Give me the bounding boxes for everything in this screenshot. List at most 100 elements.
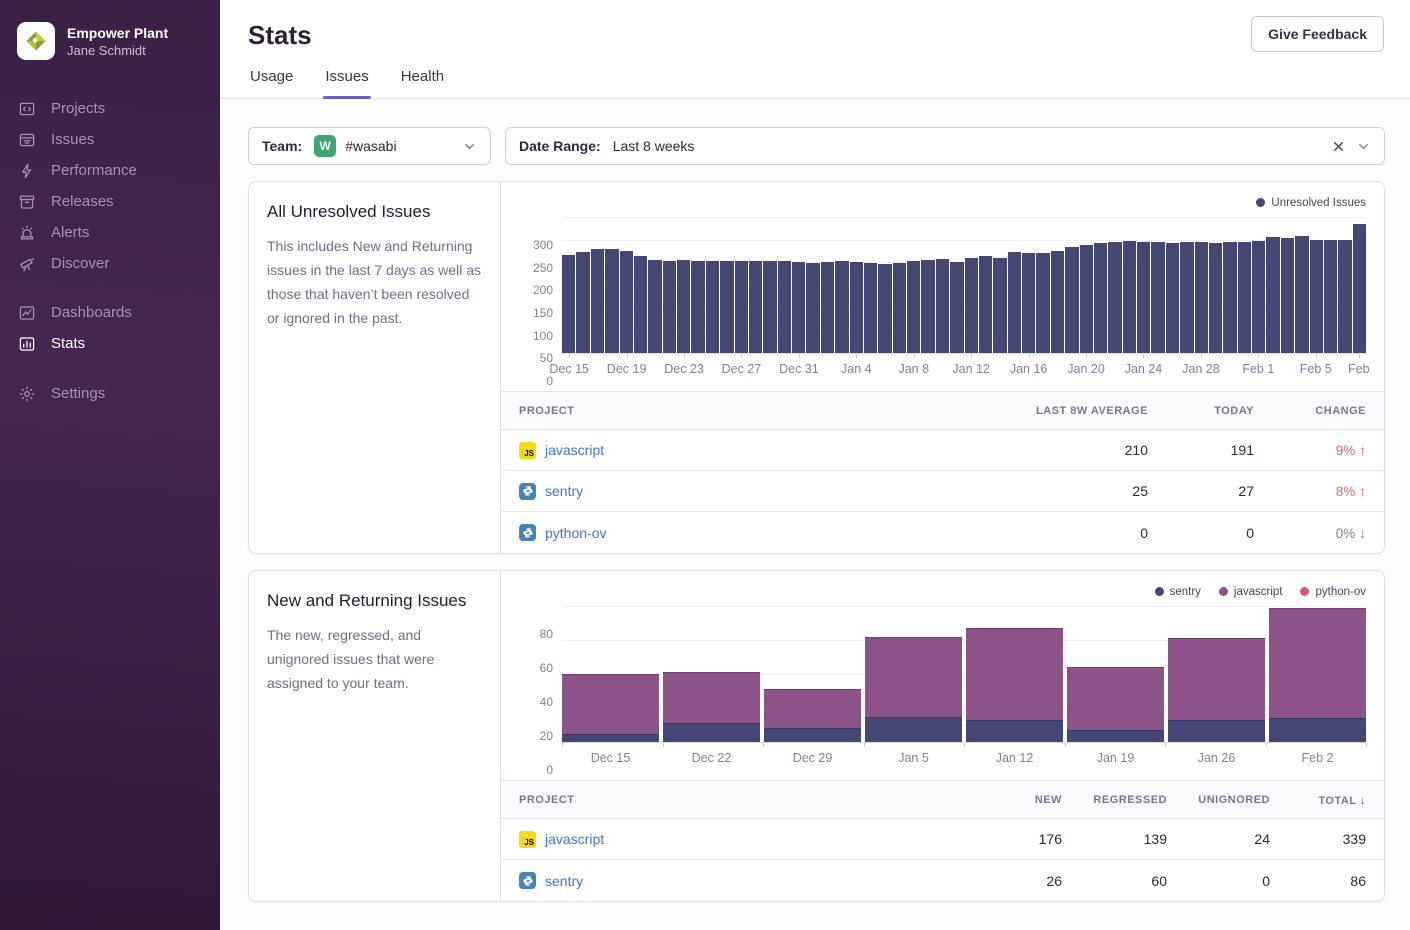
project-cell: sentry xyxy=(519,872,952,889)
chart-bar xyxy=(907,261,920,353)
panel-title: All Unresolved Issues xyxy=(267,202,482,222)
panel-title: New and Returning Issues xyxy=(267,591,482,611)
chart-bar xyxy=(850,262,863,353)
app-window: Empower Plant Jane Schmidt ProjectsIssue… xyxy=(0,0,1410,930)
chart-bar xyxy=(936,259,949,353)
bar-stack xyxy=(966,628,1063,742)
x-tick-mark xyxy=(1366,743,1367,747)
date-range-select[interactable]: Date Range: Last 8 weeks xyxy=(505,127,1385,165)
bar-stack xyxy=(663,672,760,742)
sidebar-item-label: Releases xyxy=(51,193,114,210)
chart-bar xyxy=(864,263,877,353)
y-tick-label: 60 xyxy=(540,662,553,674)
sidebar-item-projects[interactable]: Projects xyxy=(0,93,220,124)
chart-legend: sentry javascript python-ov xyxy=(519,584,1366,599)
sidebar-item-settings[interactable]: Settings xyxy=(0,378,220,409)
team-avatar: W xyxy=(314,135,336,157)
sidebar-item-performance[interactable]: Performance xyxy=(0,155,220,186)
chart-bar xyxy=(878,264,891,353)
panel-description: All Unresolved Issues This includes New … xyxy=(249,182,501,553)
legend-item-unresolved-issues[interactable]: Unresolved Issues xyxy=(1256,197,1366,209)
sidebar-item-issues[interactable]: Issues xyxy=(0,124,220,155)
chart-canvas: 020406080Dec 15Dec 22Dec 29Jan 5Jan 12Ja… xyxy=(519,607,1366,770)
chart-bar xyxy=(1051,251,1064,354)
x-tick-mark xyxy=(1065,743,1066,747)
legend-item-javascript[interactable]: javascript xyxy=(1219,586,1283,598)
x-axis: Dec 15Dec 19Dec 23Dec 27Dec 31Jan 4Jan 8… xyxy=(562,354,1366,381)
sidebar-item-label: Performance xyxy=(51,162,137,179)
chart-bar xyxy=(893,263,906,353)
value-cell: 86 xyxy=(1270,873,1366,889)
x-tick-label: Jan 8 xyxy=(898,362,929,376)
sidebar-item-label: Settings xyxy=(51,385,105,402)
x-tick-label: Feb 2 xyxy=(1269,751,1366,770)
javascript-platform-icon: JS xyxy=(519,442,536,459)
filter-row: Team: W #wasabi Date Range: Last 8 weeks xyxy=(248,127,1385,165)
y-tick-label: 80 xyxy=(540,628,553,640)
chart-bar xyxy=(979,256,992,353)
give-feedback-button[interactable]: Give Feedback xyxy=(1251,16,1384,52)
bar-segment-javascript xyxy=(663,672,760,723)
sidebar-item-dashboards[interactable]: Dashboards xyxy=(0,297,220,328)
chart-bar xyxy=(778,261,791,353)
chart-bar xyxy=(620,251,633,354)
chart-bar xyxy=(706,261,719,354)
main-area: Stats Give Feedback UsageIssuesHealth Te… xyxy=(220,0,1410,930)
table-row: sentry2660086 xyxy=(501,860,1384,901)
project-link-sentry[interactable]: sentry xyxy=(545,483,583,499)
chart-bar xyxy=(1238,242,1251,353)
project-link-sentry[interactable]: sentry xyxy=(545,873,583,889)
project-link-javascript[interactable]: javascript xyxy=(545,831,604,847)
tab-issues[interactable]: Issues xyxy=(323,68,370,98)
nav-divider-gap xyxy=(0,359,220,378)
y-tick-label: 0 xyxy=(546,764,553,776)
sidebar-item-discover[interactable]: Discover xyxy=(0,248,220,279)
legend-item-python-ov[interactable]: python-ov xyxy=(1300,586,1366,598)
team-select[interactable]: Team: W #wasabi xyxy=(248,127,491,165)
tab-usage[interactable]: Usage xyxy=(248,68,295,98)
chart-bar xyxy=(965,258,978,353)
clear-icon[interactable] xyxy=(1331,139,1346,154)
settings-icon xyxy=(18,385,36,403)
y-tick-label: 300 xyxy=(533,239,553,251)
chart-bar xyxy=(1080,245,1093,353)
chart-legend: Unresolved Issues xyxy=(519,195,1366,210)
legend-label: python-ov xyxy=(1315,586,1366,598)
chart-bar xyxy=(648,260,661,353)
projects-icon xyxy=(18,100,36,118)
legend-label: javascript xyxy=(1234,586,1283,598)
table-row: sentry25278% ↑ xyxy=(501,471,1384,512)
bar-segment-javascript xyxy=(1269,608,1366,719)
project-cell: python-ov xyxy=(519,524,978,541)
sidebar-item-releases[interactable]: Releases xyxy=(0,186,220,217)
page-header: Stats Give Feedback UsageIssuesHealth xyxy=(220,0,1410,99)
change-value: 0% xyxy=(1336,526,1359,541)
chevron-down-icon[interactable] xyxy=(1356,139,1371,154)
project-link-javascript[interactable]: javascript xyxy=(545,442,604,458)
project-link-python-ov[interactable]: python-ov xyxy=(545,525,606,541)
tab-health[interactable]: Health xyxy=(399,68,446,98)
chevron-down-icon[interactable] xyxy=(462,139,477,154)
org-switcher[interactable]: Empower Plant Jane Schmidt xyxy=(0,0,220,60)
stacked-bar-series xyxy=(562,607,1366,742)
chart-bar xyxy=(691,261,704,354)
x-tick-mark xyxy=(971,354,972,358)
x-tick-mark xyxy=(1316,354,1317,358)
python-platform-icon xyxy=(519,524,536,541)
performance-icon xyxy=(18,162,36,180)
plot-column: Dec 15Dec 19Dec 23Dec 27Dec 31Jan 4Jan 8… xyxy=(562,218,1366,381)
javascript-platform-icon: JS xyxy=(519,831,536,848)
org-name: Empower Plant xyxy=(67,24,168,42)
value-cell: 25 xyxy=(978,483,1148,499)
sidebar-item-alerts[interactable]: Alerts xyxy=(0,217,220,248)
org-logo xyxy=(17,22,55,60)
legend-item-sentry[interactable]: sentry xyxy=(1155,586,1201,598)
sidebar-item-label: Alerts xyxy=(51,224,89,241)
legend-label: sentry xyxy=(1170,586,1201,598)
bar-segment-javascript xyxy=(1067,667,1164,730)
chart-bar xyxy=(1353,224,1366,353)
x-tick-label: Feb 5 xyxy=(1300,362,1332,376)
column-header-total[interactable]: TOTAL↓ xyxy=(1270,793,1366,807)
sidebar-item-stats[interactable]: Stats xyxy=(0,328,220,359)
discover-icon xyxy=(18,255,36,273)
